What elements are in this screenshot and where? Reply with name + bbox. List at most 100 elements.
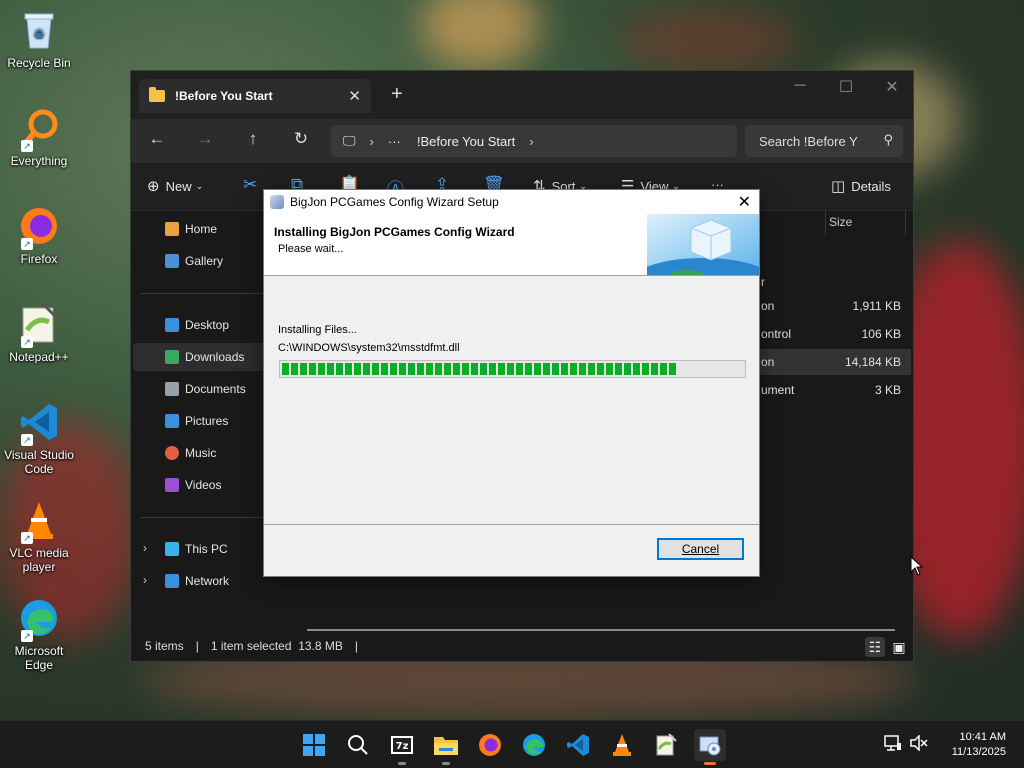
- maximize-icon[interactable]: ☐: [823, 77, 869, 97]
- close-icon[interactable]: ✕: [738, 192, 751, 212]
- sidebar-item-home[interactable]: Home: [133, 215, 283, 243]
- desktop-icon-vlc[interactable]: ↗ VLC media player: [2, 498, 76, 574]
- new-tab-icon[interactable]: +: [391, 83, 403, 106]
- system-clock[interactable]: 10:41 AM 11/13/2025: [952, 730, 1006, 760]
- pictures-icon: [165, 414, 179, 428]
- sidebar-item-label: Network: [185, 574, 230, 588]
- size-column-header[interactable]: Size: [829, 215, 852, 229]
- file-explorer-icon: [434, 737, 458, 755]
- sidebar-item-label: This PC: [185, 542, 228, 556]
- vlc-icon: ↗: [17, 498, 61, 544]
- taskbar-vlc[interactable]: [606, 729, 638, 761]
- chevron-right-icon[interactable]: ›: [143, 573, 147, 587]
- search-box[interactable]: Search !Before Y ⚲: [745, 125, 903, 157]
- row-type: on: [761, 355, 775, 369]
- sidebar-item-gallery[interactable]: Gallery: [133, 247, 283, 275]
- more-icon[interactable]: ···: [388, 134, 401, 149]
- up-arrow-icon[interactable]: ↑: [241, 129, 265, 149]
- everything-icon: ↗: [17, 106, 61, 152]
- row-type: on: [761, 299, 775, 313]
- vscode-icon: [567, 734, 589, 756]
- sidebar-item-videos[interactable]: Videos: [133, 471, 283, 499]
- desktop-icon-everything[interactable]: ↗ Everything: [2, 106, 76, 168]
- recycle-bin-icon: ♻: [17, 8, 61, 52]
- desktop-icon-label: Recycle Bin: [7, 56, 71, 70]
- search-placeholder: Search !Before Y: [759, 133, 858, 149]
- chevron-right-icon[interactable]: ›: [143, 541, 147, 555]
- desktop-icon-notepadpp[interactable]: ↗ Notepad++: [2, 302, 76, 364]
- breadcrumb-current[interactable]: !Before You Start: [417, 134, 515, 149]
- taskbar-7zip[interactable]: 7z: [386, 729, 418, 765]
- tiles-view-icon[interactable]: ▣: [889, 637, 909, 657]
- back-arrow-icon[interactable]: ←: [145, 129, 169, 149]
- search-icon: [348, 735, 368, 755]
- taskbar-installer[interactable]: [694, 729, 726, 765]
- sidebar-item-music[interactable]: Music: [133, 439, 283, 467]
- details-view-icon[interactable]: ☷: [865, 637, 885, 657]
- sidebar-item-pictures[interactable]: Pictures: [133, 407, 283, 435]
- document-icon: [165, 382, 179, 396]
- column-divider[interactable]: [825, 211, 826, 235]
- chevron-right-icon: ›: [369, 133, 374, 149]
- network-tray-icon[interactable]: [884, 735, 902, 754]
- sidebar-item-this-pc[interactable]: › This PC: [133, 535, 283, 563]
- sidebar-item-downloads[interactable]: Downloads: [133, 343, 283, 371]
- 7zip-icon: 7z: [391, 736, 413, 754]
- shortcut-arrow-icon: ↗: [21, 434, 33, 446]
- column-divider[interactable]: [905, 211, 906, 235]
- this-pc-icon: [165, 542, 179, 556]
- details-button[interactable]: ◫ Details: [831, 177, 891, 195]
- volume-muted-icon[interactable]: [910, 734, 928, 754]
- clock-time: 10:41 AM: [959, 731, 1006, 743]
- taskbar-firefox[interactable]: [474, 729, 506, 761]
- install-status: Installing Files...: [278, 324, 357, 336]
- status-separator: |: [195, 639, 199, 653]
- running-indicator: [398, 762, 406, 765]
- desktop-icon-vscode[interactable]: ↗ Visual Studio Code: [2, 400, 76, 476]
- sidebar-item-documents[interactable]: Documents: [133, 375, 283, 403]
- minimize-icon[interactable]: ─: [777, 77, 823, 95]
- desktop-icon-label: Microsoft Edge: [14, 644, 64, 672]
- cut-icon[interactable]: ✂: [243, 175, 257, 195]
- close-tab-icon[interactable]: ✕: [348, 87, 361, 105]
- taskbar-vscode[interactable]: [562, 729, 594, 761]
- sidebar-item-label: Desktop: [185, 318, 230, 332]
- status-separator: |: [354, 639, 359, 653]
- installer-app-icon: [270, 195, 284, 209]
- status-bar: 5 items | 1 item selected 13.8 MB | ☷ ▣: [131, 631, 913, 661]
- dialog-title: BigJon PCGames Config Wizard Setup: [290, 195, 499, 209]
- desktop-icon-firefox[interactable]: ↗ Firefox: [2, 204, 76, 266]
- row-type: ument: [761, 383, 795, 397]
- taskbar-file-explorer[interactable]: [430, 729, 462, 765]
- taskbar-edge[interactable]: [518, 729, 550, 761]
- details-label: Details: [851, 178, 891, 194]
- refresh-icon[interactable]: ↻: [289, 129, 313, 149]
- setup-dialog: BigJon PCGames Config Wizard Setup ✕ Ins…: [263, 189, 760, 577]
- dialog-footer: Cancel: [264, 524, 759, 576]
- start-button[interactable]: [298, 729, 330, 761]
- divider: [141, 517, 281, 518]
- search-icon: ⚲: [883, 132, 893, 147]
- desktop-icon-label: Visual Studio Code: [4, 448, 74, 476]
- sidebar-item-network[interactable]: › Network: [133, 567, 283, 595]
- new-button[interactable]: ⊕ New ⌄: [147, 177, 203, 195]
- taskbar-search-button[interactable]: [342, 729, 374, 761]
- svg-text:♻: ♻: [34, 27, 45, 41]
- sidebar-item-desktop[interactable]: Desktop: [133, 311, 283, 339]
- shortcut-arrow-icon: ↗: [21, 630, 33, 642]
- explorer-tab[interactable]: !Before You Start ✕: [139, 79, 371, 113]
- desktop-icon-label: Everything: [10, 154, 68, 168]
- desktop-icon-edge[interactable]: ↗ Microsoft Edge: [2, 596, 76, 672]
- desktop-icon-recycle-bin[interactable]: ♻ Recycle Bin: [2, 8, 76, 70]
- gallery-icon: [165, 254, 179, 268]
- sidebar-item-label: Pictures: [185, 414, 229, 428]
- chevron-right-icon[interactable]: ›: [529, 134, 533, 149]
- cancel-button[interactable]: Cancel: [657, 538, 744, 560]
- forward-arrow-icon[interactable]: →: [193, 129, 217, 149]
- close-window-icon[interactable]: ✕: [869, 77, 915, 97]
- row-type: r: [761, 275, 765, 289]
- address-bar[interactable]: 🖵 › ··· !Before You Start ›: [331, 125, 737, 157]
- sidebar-item-label: Music: [185, 446, 217, 460]
- dialog-subheading: Please wait...: [278, 243, 344, 255]
- taskbar-notepadpp[interactable]: [650, 729, 682, 761]
